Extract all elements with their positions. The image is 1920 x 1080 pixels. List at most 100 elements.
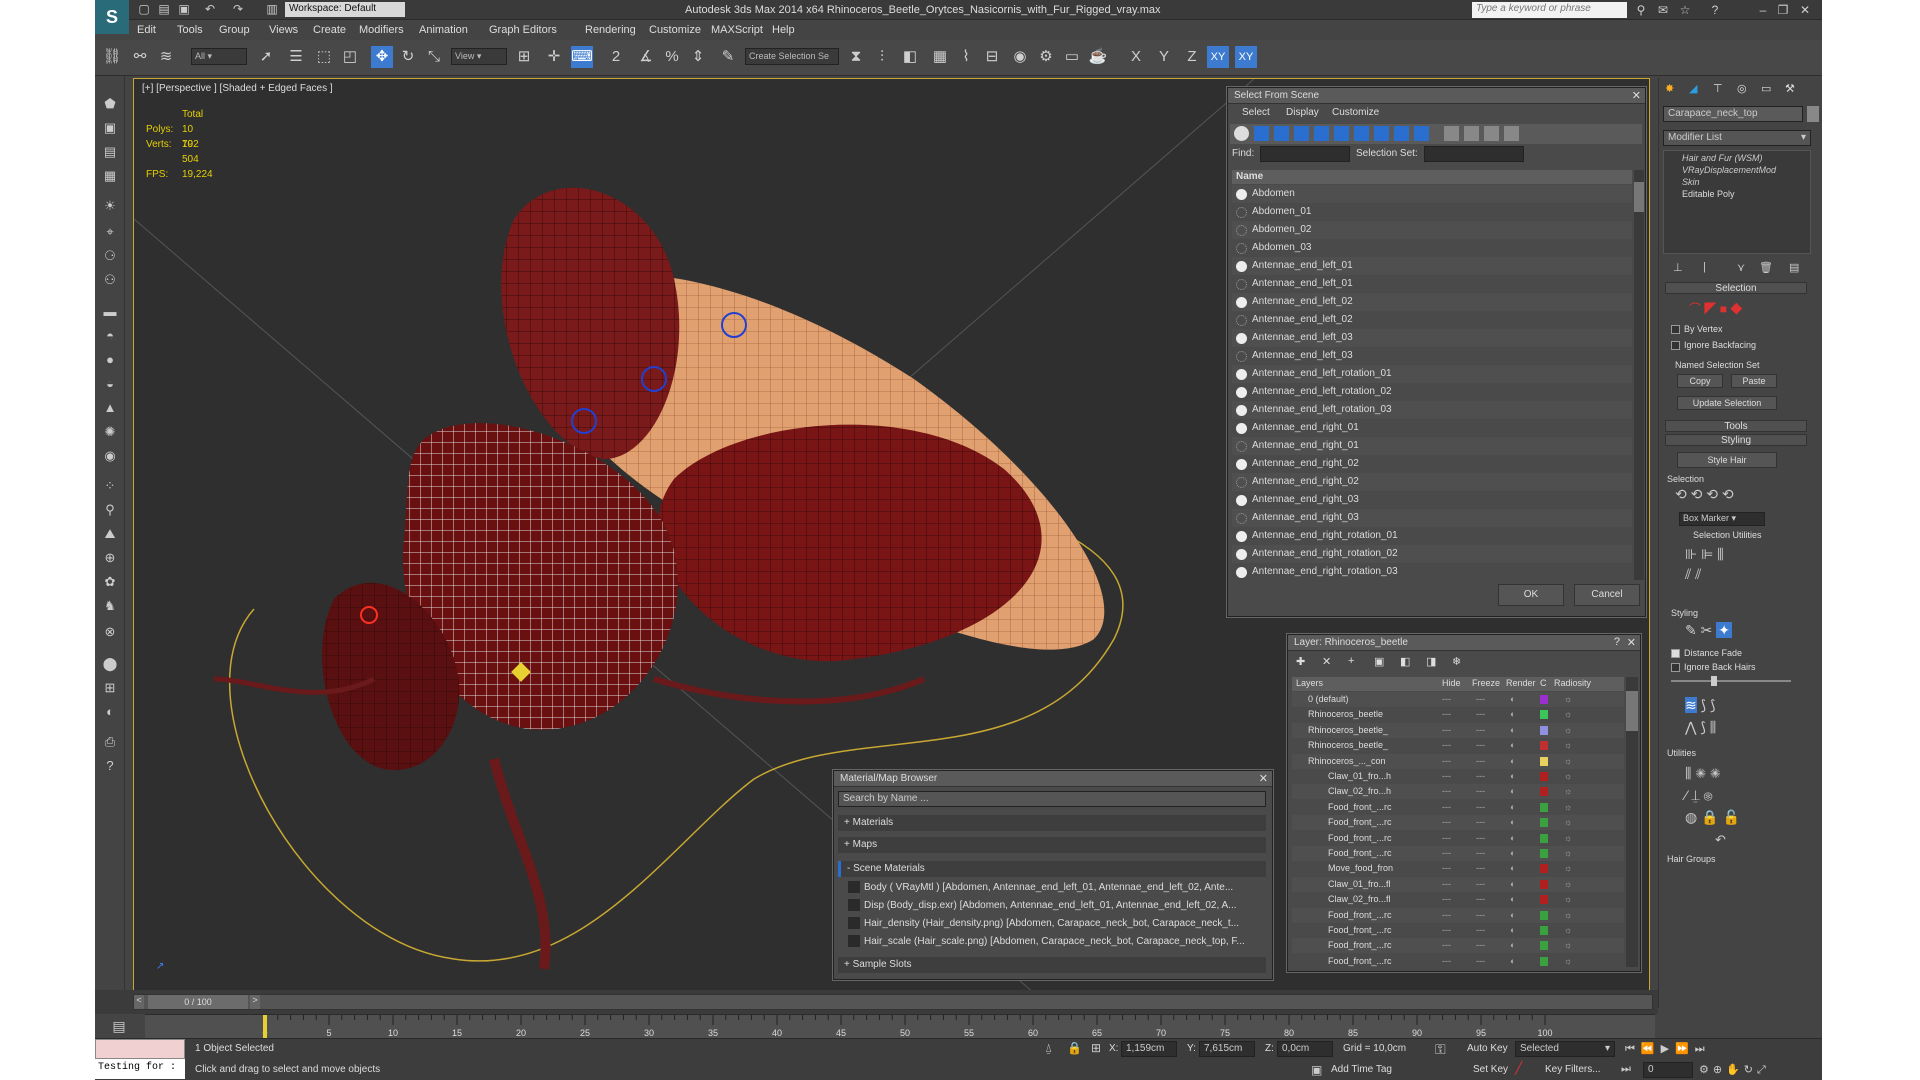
menu-tools[interactable]: Tools [177,24,203,36]
layer-row[interactable]: Food_front_...rc --- --- ◐ ☼ [1292,846,1624,861]
render-toggle-icon[interactable]: ◐ [1510,831,1515,846]
radiosity-icon[interactable]: ☼ [1564,846,1572,861]
x-coordinate-field[interactable]: 1,159cm [1121,1041,1177,1057]
spacewarps-icon[interactable]: ⚇ [99,270,121,290]
materials-section[interactable]: + Materials [838,815,1266,831]
freeze-toggle[interactable]: --- [1476,861,1485,876]
object-name-field[interactable]: Carapace_neck_top [1663,106,1803,122]
new-layer-icon[interactable]: ✚ [1296,655,1305,668]
layer-color-swatch[interactable] [1540,926,1548,935]
render-toggle-icon[interactable]: ◐ [1510,938,1515,953]
open-icon[interactable]: ▤ [157,2,171,16]
make-unique-icon[interactable]: ⋎ [1737,261,1745,274]
ref-coord-dropdown[interactable]: View ▾ [451,48,507,65]
graphite-icon[interactable]: ▦ [929,46,951,68]
element-icon[interactable]: ◆ [1730,302,1742,316]
col-render[interactable]: Render [1506,678,1536,688]
render-toggle-icon[interactable]: ◐ [1510,923,1515,938]
highlight-layer-icon[interactable]: ◧ [1400,655,1410,668]
object-list-item[interactable]: Antennae_end_right_03 [1232,509,1632,527]
layer-color-swatch[interactable] [1540,910,1548,920]
render-toggle-icon[interactable]: ◐ [1510,908,1515,923]
column-name-header[interactable]: Name [1232,170,1632,184]
layer-color-swatch[interactable] [1540,741,1548,751]
freeze-toggle[interactable]: --- [1476,831,1485,846]
hide-all-icon[interactable]: ◨ [1426,655,1436,668]
hide-toggle[interactable]: --- [1442,784,1451,799]
layer-color-swatch[interactable] [1540,802,1548,812]
menu-edit[interactable]: Edit [137,24,156,36]
object-list-item[interactable]: Antennae_end_left_rotation_03 [1232,401,1632,419]
select-objects-icon[interactable]: ▣ [1374,655,1384,668]
teapot-icon[interactable]: ● [99,350,121,370]
selection-rollout[interactable]: Selection [1665,282,1807,294]
layer-color-swatch[interactable] [1540,864,1548,874]
object-list-item[interactable]: Antennae_end_right_03 [1232,491,1632,509]
layer-color-swatch[interactable] [1540,956,1548,966]
object-list-item[interactable]: Abdomen_02 [1232,221,1632,239]
material-item-body[interactable]: Body ( VRayMtl ) [Abdomen, Antennae_end_… [848,879,1262,897]
dialog-close-icon[interactable]: ✕ [1632,89,1641,102]
layer-color-swatch[interactable] [1540,941,1548,951]
hide-toggle[interactable]: --- [1442,846,1451,861]
key-mode-toggle-icon[interactable]: ⏭ [1621,1063,1631,1076]
named-selection-dropdown[interactable]: Create Selection Se [745,48,839,65]
select-object-icon[interactable]: ➚ [255,46,277,68]
list-scrollbar[interactable] [1634,170,1644,580]
copy-hair-icon[interactable]: ⫽ [1685,566,1691,582]
prev-key-icon[interactable]: ⏪ [1641,1043,1661,1055]
render-toggle-icon[interactable]: ◐ [1510,892,1515,907]
object-list-item[interactable]: Antennae_end_left_rotation_02 [1232,383,1632,401]
modifier-list-dropdown[interactable]: Modifier List ▾ [1663,130,1811,146]
select-grow-icon[interactable]: ⟲ [1691,486,1703,502]
freeze-toggle[interactable]: --- [1476,846,1485,861]
menu-rendering[interactable]: Rendering [585,24,636,36]
go-to-start-icon[interactable]: ⏮ [1625,1043,1641,1055]
help-icon[interactable]: ? [1707,2,1723,18]
time-slider-track[interactable]: < 0 / 100 > [133,994,1653,1010]
object-list-item[interactable]: Antennae_end_right_02 [1232,455,1632,473]
layer-scrollbar[interactable] [1626,677,1638,967]
create-tab-icon[interactable]: ✸ [1665,82,1674,95]
render-toggle-icon[interactable]: ◐ [1510,692,1515,707]
hair-brush-icon[interactable]: ✎ [1685,622,1697,638]
freeze-toggle[interactable]: --- [1476,784,1485,799]
radiosity-icon[interactable]: ☼ [1564,938,1572,953]
sample-slots-section[interactable]: + Sample Slots [838,957,1266,973]
scene-materials-section[interactable]: - Scene Materials [838,861,1266,877]
maps-section[interactable]: + Maps [838,837,1266,853]
render-toggle-icon[interactable]: ◐ [1510,784,1515,799]
grow-selection-icon[interactable]: ⫼ [1717,546,1723,562]
object-list-item[interactable]: Antennae_end_right_rotation_03 [1232,563,1632,581]
freeze-toggle[interactable]: --- [1476,692,1485,707]
hide-toggle[interactable]: --- [1442,908,1451,923]
terrain-icon[interactable]: ⛰ [99,524,121,544]
paste-hair-icon[interactable]: ⫽ [1695,566,1701,582]
distance-fade-checkbox[interactable]: Distance Fade [1671,648,1742,659]
hide-selected-icon[interactable]: ⊪ [1685,546,1697,562]
hide-toggle[interactable]: --- [1442,831,1451,846]
object-list-item[interactable]: Antennae_end_left_02 [1232,293,1632,311]
pan-icon[interactable]: ✋ [1726,1064,1744,1076]
object-list-item[interactable]: Antennae_end_left_01 [1232,275,1632,293]
translate-icon[interactable]: ≋ [1685,697,1697,713]
select-none-icon[interactable] [1464,126,1479,141]
render-toggle-icon[interactable]: ◐ [1510,861,1515,876]
display-helpers-icon[interactable] [1314,126,1329,141]
auto-key-button[interactable]: Auto Key [1467,1043,1508,1054]
stack-vray-disp[interactable]: VRayDisplacementMod [1664,163,1810,175]
bind-space-warp-icon[interactable]: ≋ [155,46,177,68]
box-icon[interactable]: ▬ [99,302,121,322]
isolate-selection-icon[interactable]: ⍙ [1045,1041,1052,1056]
new-icon[interactable]: ▢ [137,2,151,16]
display-containers-icon[interactable] [1414,126,1429,141]
select-invert-icon[interactable] [1484,126,1499,141]
freeze-toggle[interactable]: --- [1476,707,1485,722]
redo-icon[interactable]: ↷ [231,2,245,16]
hide-toggle[interactable]: --- [1442,692,1451,707]
select-move-icon[interactable]: ✥ [371,46,393,68]
close-icon[interactable]: ✕ [1797,2,1813,18]
menu-create[interactable]: Create [313,24,346,36]
find-input[interactable] [1260,146,1350,162]
freeze-toggle[interactable]: --- [1476,754,1485,769]
